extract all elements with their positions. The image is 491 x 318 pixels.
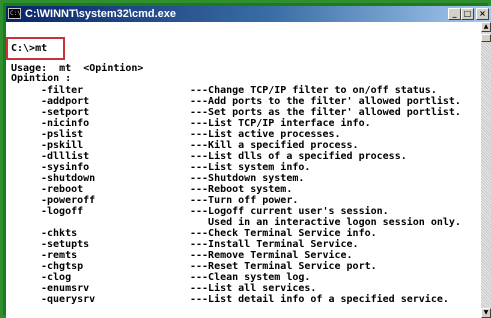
cmd-icon[interactable]: C:\ — [8, 8, 21, 19]
window-controls: _ □ × — [448, 8, 489, 20]
scroll-down-icon[interactable]: ▼ — [481, 308, 491, 318]
console-output[interactable]: C:\>mt Usage: mt <Opintion> Opintion : -… — [6, 22, 481, 318]
title-bar[interactable]: C:\ C:\WINNT\system32\cmd.exe _ □ × — [6, 6, 491, 22]
option-desc: ---List dlls of a specified process. — [190, 151, 407, 162]
option-flag: -enumsrv — [41, 283, 90, 294]
option-flag: -setport — [41, 107, 90, 118]
option-desc: ---Turn off power. — [190, 195, 299, 206]
option-flag: -shutdown — [41, 173, 96, 184]
option-desc: ---Change TCP/IP filter to on/off status… — [190, 85, 437, 96]
maximize-button[interactable]: □ — [461, 8, 474, 20]
option-flag: -filter — [41, 85, 84, 96]
option-flag: -chkts — [41, 228, 78, 239]
option-flag: -chgtsp — [41, 261, 84, 272]
scroll-thumb[interactable] — [481, 34, 491, 42]
option-flag: -pskill — [41, 140, 84, 151]
window-title: C:\WINNT\system32\cmd.exe — [25, 8, 176, 20]
options-header: Opintion : — [11, 73, 72, 84]
minimize-button[interactable]: _ — [448, 8, 461, 20]
option-desc: ---Check Terminal Service info. — [190, 228, 377, 239]
option-desc: ---Add ports to the filter' allowed port… — [190, 96, 461, 107]
scroll-track[interactable] — [481, 32, 491, 308]
option-flag: -reboot — [41, 184, 84, 195]
option-desc: Used in an interactive logon session onl… — [190, 217, 461, 228]
option-desc: ---Reset Terminal Service port. — [190, 261, 377, 272]
window-frame: C:\ C:\WINNT\system32\cmd.exe _ □ × C:\>… — [0, 0, 491, 318]
option-desc: ---Set ports as the filter' allowed port… — [190, 107, 461, 118]
option-desc: ---Remove Terminal Service. — [190, 250, 353, 261]
option-flag: -pslist — [41, 129, 84, 140]
option-flag: -addport — [41, 96, 90, 107]
scroll-up-icon[interactable]: ▲ — [481, 22, 491, 32]
option-desc: ---Reboot system. — [190, 184, 293, 195]
option-desc: ---List TCP/IP interface info. — [190, 118, 371, 129]
option-flag: -setupts — [41, 239, 90, 250]
option-desc: ---Kill a specified process. — [190, 140, 359, 151]
option-desc: ---List active processes. — [190, 129, 341, 140]
option-desc: ---Install Terminal Service. — [190, 239, 359, 250]
option-flag: -logoff — [41, 206, 84, 217]
prompt-highlight-box — [6, 37, 65, 60]
option-flag: -nicinfo — [41, 118, 90, 129]
option-desc: ---List system info. — [190, 162, 311, 173]
option-flag: -remts — [41, 250, 78, 261]
option-desc: ---Shutdown system. — [190, 173, 305, 184]
option-desc: ---List detail info of a specified servi… — [190, 294, 449, 305]
vertical-scrollbar[interactable]: ▲ ▼ — [481, 22, 491, 318]
option-flag: -poweroff — [41, 195, 96, 206]
option-desc: ---Logoff current user's session. — [190, 206, 389, 217]
option-desc: ---Clean system log. — [190, 272, 311, 283]
option-flag: -clog — [41, 272, 72, 283]
option-flag: -querysrv — [41, 294, 96, 305]
option-desc: ---List all services. — [190, 283, 317, 294]
option-flag: -dlllist — [41, 151, 90, 162]
close-button[interactable]: × — [476, 8, 489, 20]
option-flag: -sysinfo — [41, 162, 90, 173]
